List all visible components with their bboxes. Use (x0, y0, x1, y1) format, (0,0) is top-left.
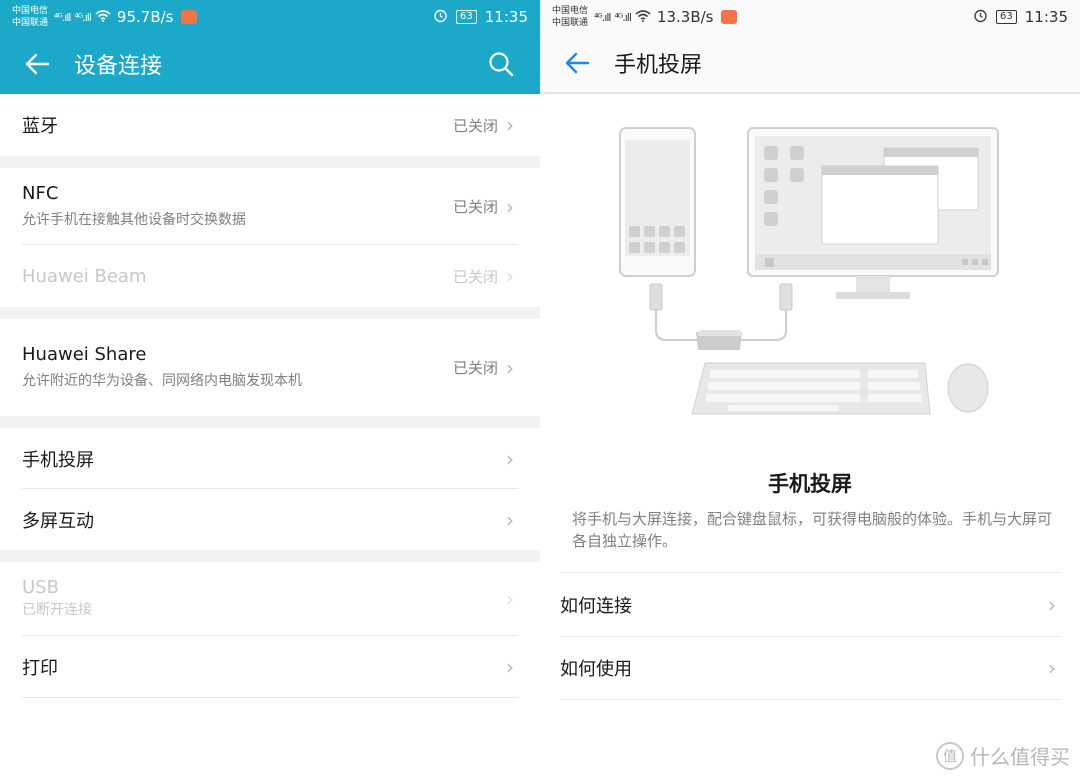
chevron-right-icon: › (506, 264, 514, 288)
setting-title: 多屏互动 (22, 510, 94, 532)
chevron-right-icon: › (506, 446, 514, 471)
setting-title: 手机投屏 (22, 449, 94, 471)
watermark: 值 什么值得买 (936, 741, 1070, 770)
alarm-icon (973, 8, 988, 27)
link-label: 如何使用 (560, 659, 632, 680)
setting-value: 已关闭 (452, 116, 498, 135)
setting-huawei-beam[interactable]: Huawei Beam 已关闭 › (0, 245, 540, 307)
setting-subtitle: 允许附近的华为设备、同网络内电脑发现本机 (22, 372, 302, 389)
setting-multiscreen[interactable]: 多屏互动 › (0, 489, 540, 550)
wifi-icon (95, 8, 111, 26)
device-connection-screen: 中国电信 中国联通 ⁴ᴳ.ıll ⁴ᴳ.ıll 95.7B/s 63 11:35… (0, 0, 540, 778)
projection-screen: 中国电信 中国联通 ⁴ᴳ.ıll ⁴ᴳ.ıll 13.3B/s 63 11:35… (540, 0, 1080, 778)
signal-icon: ⁴ᴳ.ıll (54, 10, 71, 24)
clock: 11:35 (484, 8, 528, 26)
setting-subtitle: 允许手机在接触其他设备时交换数据 (22, 211, 246, 228)
page-title: 设备连接 (74, 54, 163, 79)
cable-illustration (649, 283, 793, 350)
setting-nfc[interactable]: NFC 允许手机在接触其他设备时交换数据 已关闭 › (0, 168, 540, 245)
chevron-right-icon: › (1048, 656, 1056, 680)
carrier-2: 中国联通 (12, 18, 49, 28)
alarm-icon (433, 8, 448, 27)
setting-title: 蓝牙 (22, 116, 58, 137)
chevron-right-icon: › (506, 507, 514, 532)
setting-usb[interactable]: USB 已断开连接 › (0, 562, 540, 636)
setting-title: Huawei Beam (22, 265, 147, 287)
carrier-names: 中国电信 中国联通 (552, 5, 588, 29)
setting-title: USB (22, 577, 59, 598)
signal-icon: ⁴ᴳ.ıll (594, 10, 611, 24)
section-gap (0, 416, 540, 428)
search-icon[interactable] (484, 47, 518, 81)
wifi-icon (635, 8, 651, 26)
clock: 11:35 (1024, 8, 1068, 26)
phone-illustration (619, 127, 696, 277)
chevron-right-icon: › (506, 113, 514, 137)
section-gap (0, 156, 540, 168)
carrier-1: 中国电信 (12, 6, 49, 16)
how-to-use-link[interactable]: 如何使用 › (560, 636, 1060, 700)
divider (22, 697, 518, 698)
status-bar: 中国电信 中国联通 ⁴ᴳ.ıll ⁴ᴳ.ıll 95.7B/s 63 11:35 (0, 0, 540, 34)
setting-value: 已关闭 (452, 198, 498, 216)
back-arrow-icon[interactable] (20, 47, 54, 81)
notification-app-icon (721, 10, 738, 24)
watermark-text: 什么值得买 (970, 745, 1070, 769)
notification-app-icon (181, 10, 198, 24)
mouse-illustration (947, 363, 989, 413)
section-gap (0, 307, 540, 319)
section-description: 将手机与大屏连接，配合键盘鼠标，可获得电脑般的体验。手机与大屏可各自独立操作。 (572, 510, 1053, 550)
section-gap (0, 550, 540, 562)
setting-title: Huawei Share (22, 343, 147, 365)
keyboard-illustration (691, 362, 931, 415)
setting-title: 打印 (22, 658, 58, 679)
status-bar: 中国电信 中国联通 ⁴ᴳ.ıll ⁴ᴳ.ıll 13.3B/s 63 11:35 (540, 0, 1080, 34)
toolbar: 设备连接 (0, 34, 540, 94)
setting-bluetooth[interactable]: 蓝牙 已关闭 › (0, 94, 540, 156)
carrier-1: 中国电信 (552, 6, 589, 16)
chevron-right-icon: › (506, 587, 514, 611)
chevron-right-icon: › (506, 355, 514, 380)
setting-huawei-share[interactable]: Huawei Share 允许附近的华为设备、同网络内电脑发现本机 已关闭 › (0, 319, 540, 416)
setting-projection[interactable]: 手机投屏 › (0, 428, 540, 489)
setting-value: 已关闭 (452, 267, 498, 286)
how-to-connect-link[interactable]: 如何连接 › (560, 572, 1060, 636)
signal-icon: ⁴ᴳ.ıll (614, 10, 631, 24)
back-arrow-icon[interactable] (560, 46, 594, 80)
setting-print[interactable]: 打印 › (0, 636, 540, 698)
carrier-names: 中国电信 中国联通 (12, 5, 48, 29)
setting-title: NFC (22, 182, 59, 204)
carrier-2: 中国联通 (552, 18, 589, 28)
signal-icon: ⁴ᴳ.ıll (74, 10, 91, 24)
battery-icon: 63 (456, 10, 477, 24)
network-speed: 95.7B/s (116, 8, 174, 26)
settings-list: 蓝牙 已关闭 › NFC 允许手机在接触其他设备时交换数据 已关闭 › Huawei … (0, 94, 540, 698)
page-title: 手机投屏 (614, 53, 703, 78)
chevron-right-icon: › (506, 655, 514, 679)
section-heading: 手机投屏 (768, 472, 852, 496)
network-speed: 13.3B/s (656, 8, 714, 26)
link-label: 如何连接 (560, 595, 632, 617)
battery-icon: 63 (996, 10, 1017, 24)
projection-illustration (610, 118, 1010, 428)
chevron-right-icon: › (1048, 592, 1056, 617)
help-links: 如何连接 › 如何使用 › (560, 572, 1060, 700)
monitor-illustration (747, 127, 999, 299)
setting-subtitle: 已断开连接 (22, 602, 92, 618)
toolbar: 手机投屏 (540, 34, 1080, 94)
watermark-logo: 值 (936, 741, 964, 770)
chevron-right-icon: › (506, 194, 514, 219)
setting-value: 已关闭 (452, 359, 498, 377)
